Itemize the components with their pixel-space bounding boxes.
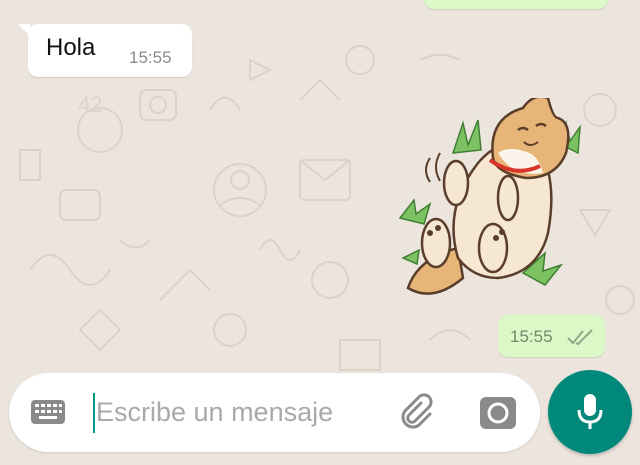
double-check-icon: [567, 329, 593, 346]
mic-icon: [577, 394, 603, 429]
text-caret: [93, 393, 95, 433]
camera-icon[interactable]: [479, 393, 517, 431]
keyboard-icon[interactable]: [31, 400, 65, 424]
message-input[interactable]: [96, 389, 386, 435]
incoming-message-bubble[interactable]: Hola 15:55: [18, 24, 192, 77]
incoming-message-text: Hola: [46, 34, 96, 61]
outgoing-message-bubble[interactable]: 15:55: [498, 315, 605, 357]
paperclip-icon[interactable]: [397, 391, 439, 433]
previous-outgoing-bubble: [424, 0, 608, 9]
wallpaper-doodle-text: 42: [78, 92, 102, 117]
mic-button[interactable]: [548, 370, 632, 454]
incoming-message-time: 15:55: [129, 48, 172, 67]
shiba-dog-sticker[interactable]: [398, 95, 588, 312]
message-composer: [9, 373, 540, 452]
outgoing-message-time: 15:55: [510, 327, 553, 346]
